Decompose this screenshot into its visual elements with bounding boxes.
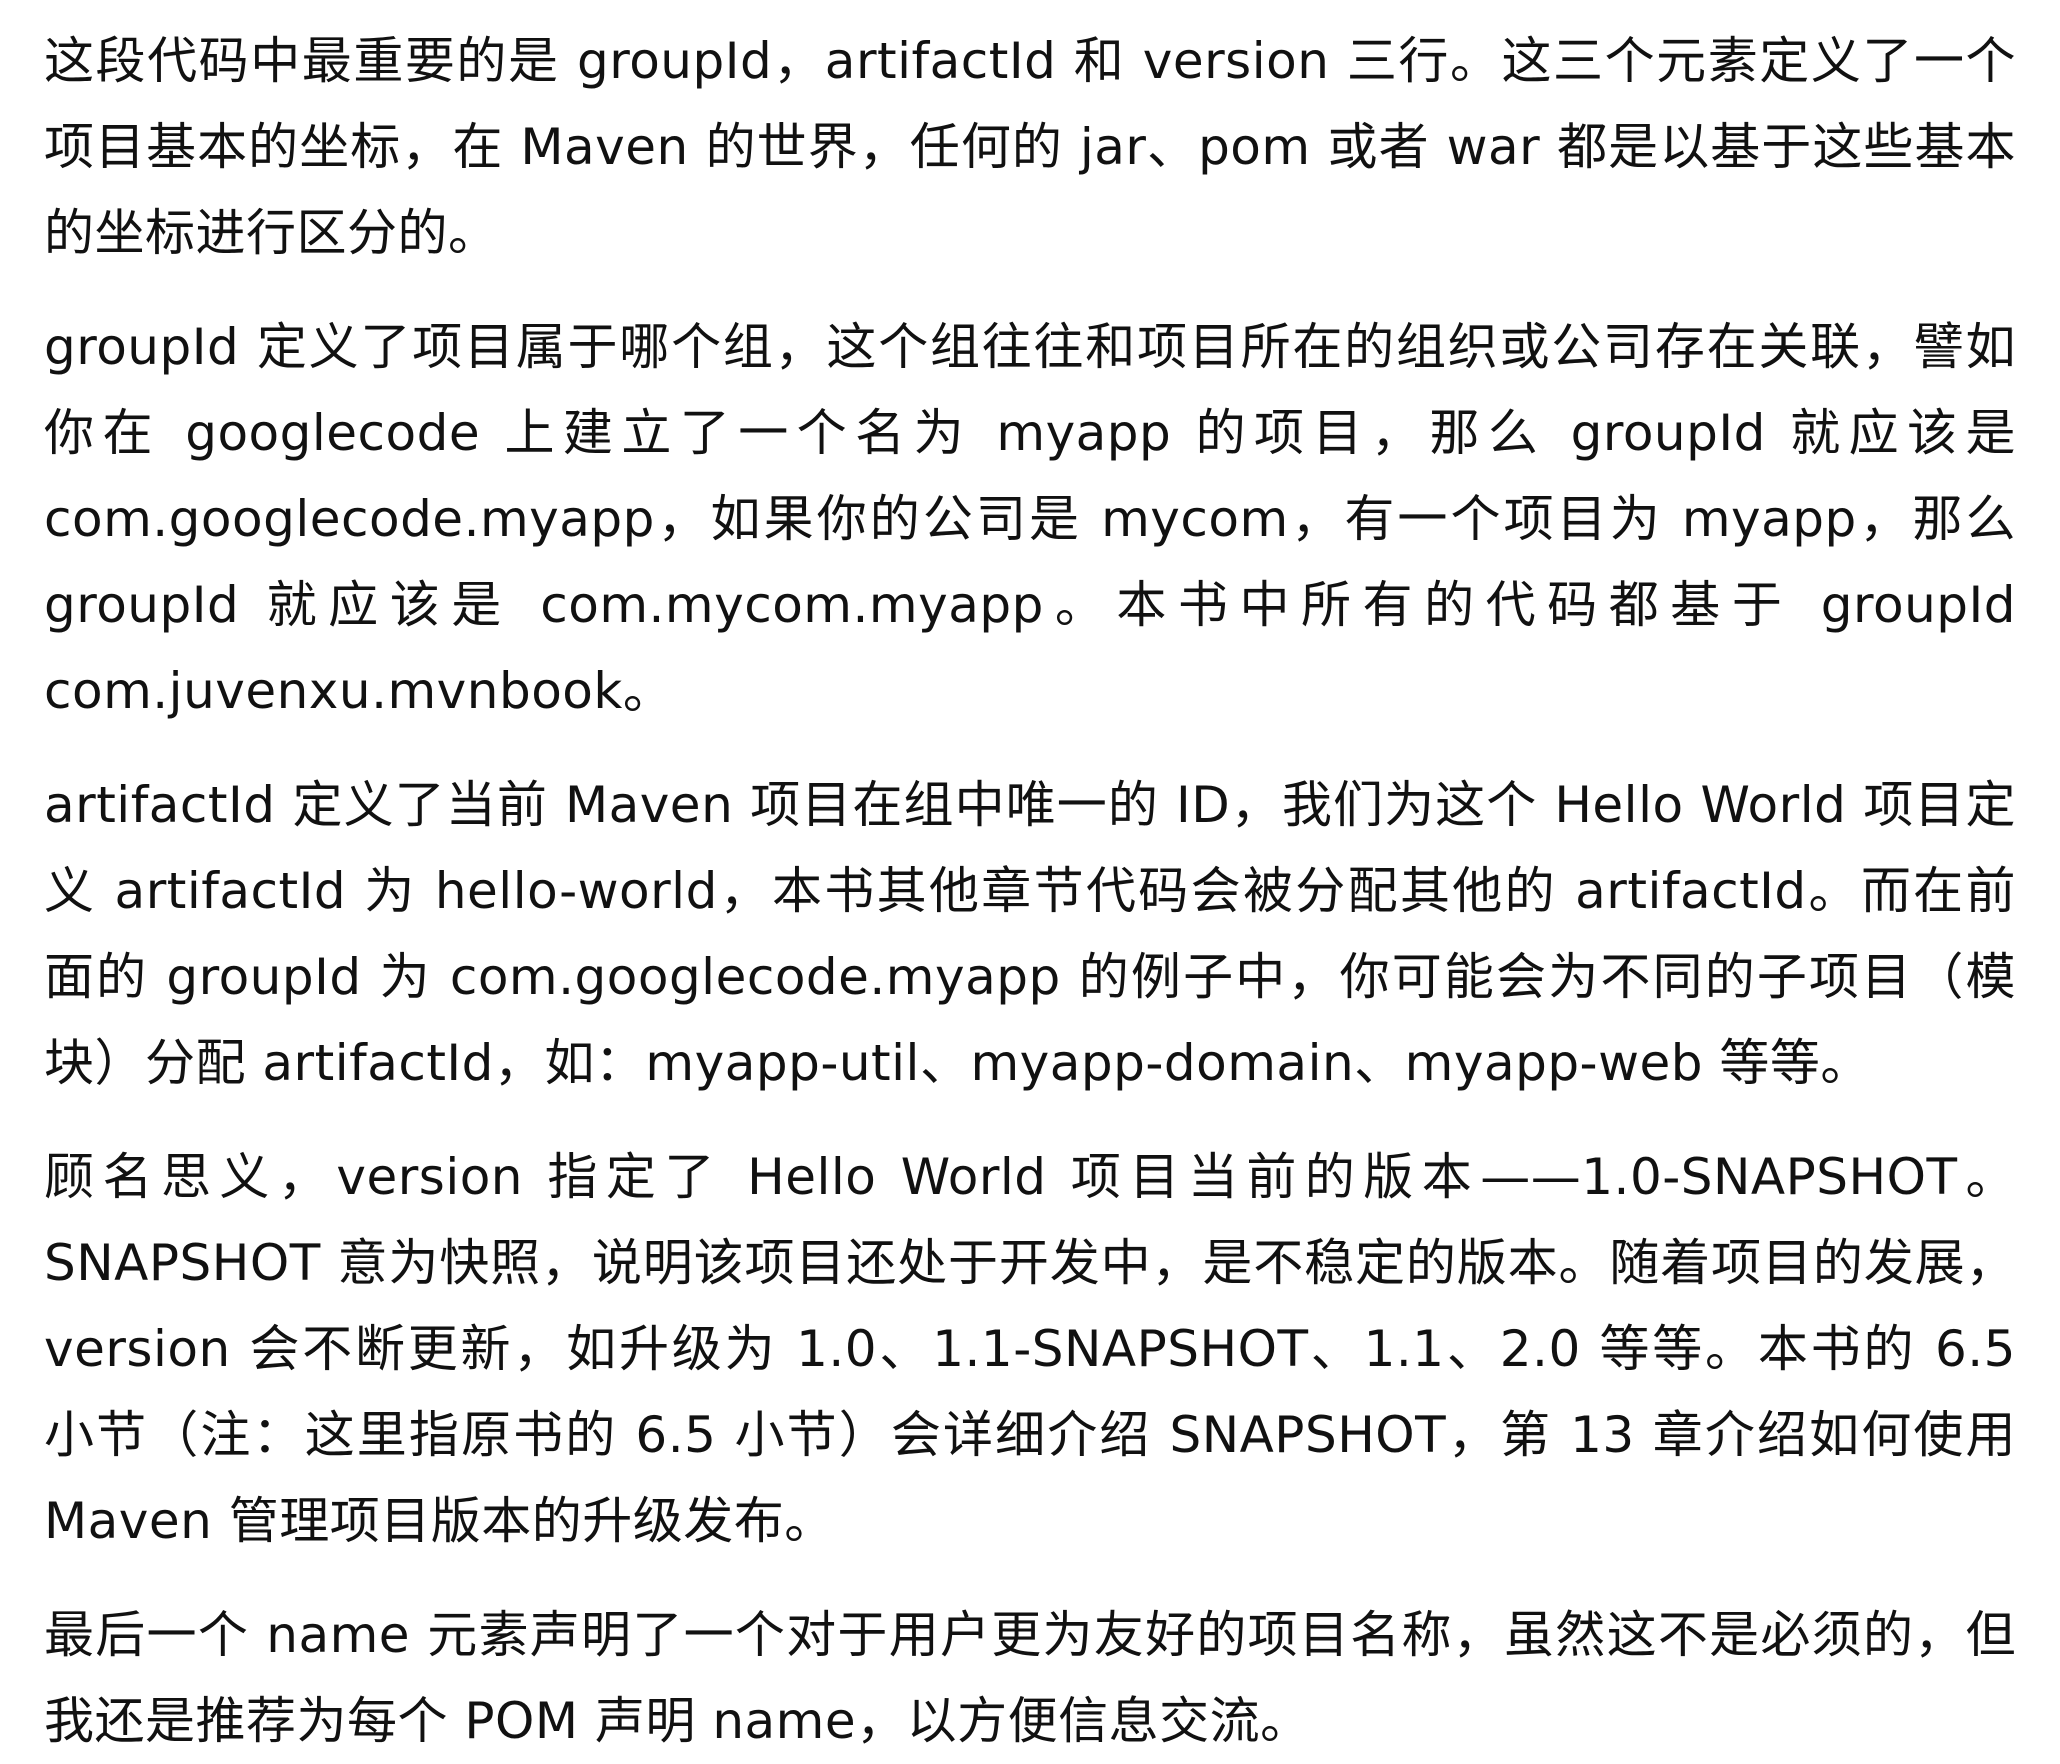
paragraph-artifactid: artifactId 定义了当前 Maven 项目在组中唯一的 ID，我们为这个… <box>44 776 2016 1092</box>
paragraph-coordinates-intro: 这段代码中最重要的是 groupId，artifactId 和 version … <box>44 32 2016 262</box>
paragraph-name-element: 最后一个 name 元素声明了一个对于用户更为友好的项目名称，虽然这不是必须的，… <box>44 1606 2016 1750</box>
paragraph-groupid: groupId 定义了项目属于哪个组，这个组往往和项目所在的组织或公司存在关联，… <box>44 318 2016 720</box>
paragraph-version: 顾名思义，version 指定了 Hello World 项目当前的版本——1.… <box>44 1148 2016 1550</box>
document-body: 这段代码中最重要的是 groupId，artifactId 和 version … <box>44 18 2016 1764</box>
